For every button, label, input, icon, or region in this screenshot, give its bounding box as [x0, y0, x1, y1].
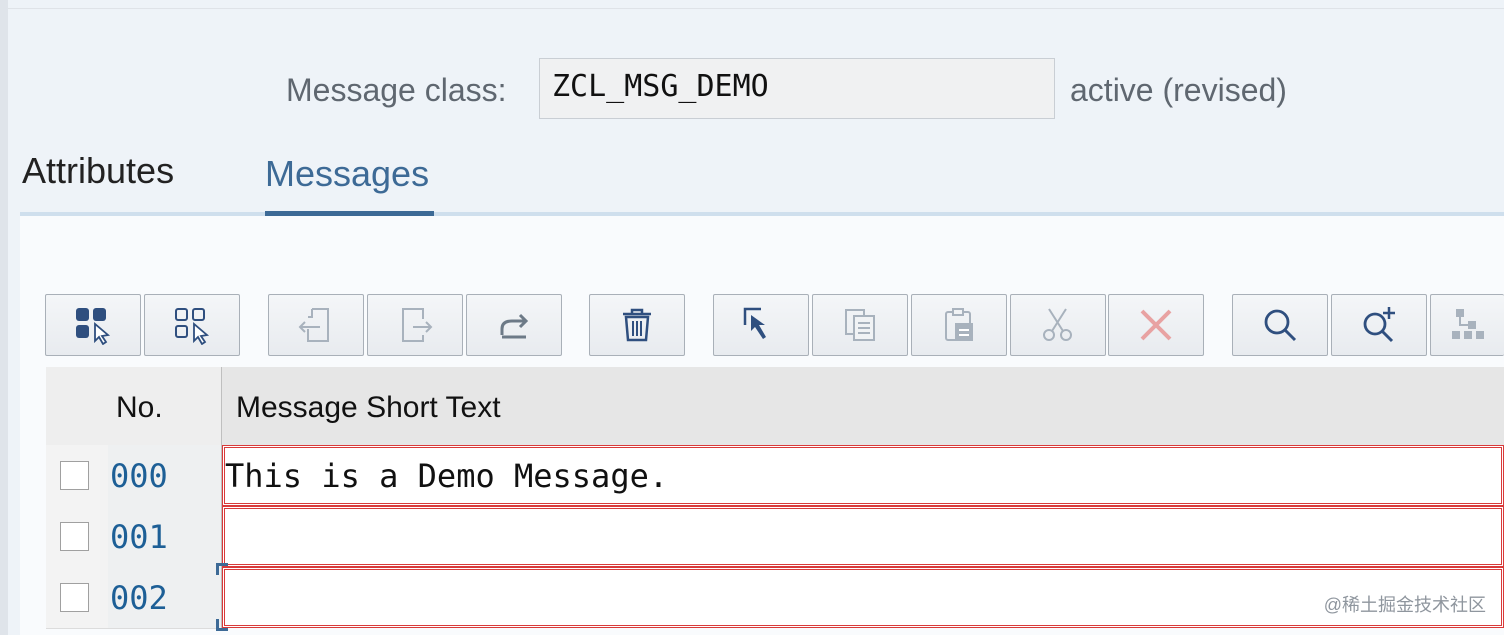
- message-text-input[interactable]: [225, 509, 1501, 564]
- cut-icon: [1043, 308, 1072, 341]
- tab-attributes[interactable]: Attributes: [22, 150, 174, 192]
- message-text-cell[interactable]: [222, 506, 1504, 567]
- column-header-number-label: No.: [116, 391, 163, 424]
- delete-button[interactable]: [589, 294, 685, 356]
- message-class-label: Message class:: [286, 72, 507, 108]
- message-number-cell: 001: [108, 506, 222, 568]
- row-checkbox[interactable]: [60, 583, 89, 612]
- message-text-cell[interactable]: [222, 445, 1504, 506]
- copy-button[interactable]: [812, 294, 908, 356]
- message-number: 000: [110, 457, 168, 495]
- message-text-input[interactable]: [225, 448, 1501, 503]
- undo-icon: [500, 313, 529, 339]
- insert-row-icon: [298, 308, 329, 342]
- table-row: 001: [46, 506, 1504, 568]
- select-all-button[interactable]: [45, 294, 141, 356]
- row-selector[interactable]: [46, 506, 108, 568]
- watermark-text: @稀土掘金技术社区: [1323, 595, 1486, 615]
- message-text-cell[interactable]: [222, 567, 1504, 628]
- focus-corner-bottom: [216, 619, 228, 631]
- search-next-icon: [1363, 307, 1395, 343]
- cancel-button[interactable]: [1108, 294, 1204, 356]
- append-row-button[interactable]: [367, 294, 463, 356]
- insert-row-button[interactable]: [268, 294, 364, 356]
- top-frame-edge: [8, 0, 1504, 9]
- deselect-all-button[interactable]: [144, 294, 240, 356]
- cancel-icon: [1140, 309, 1172, 341]
- deselect-all-icon: [175, 308, 210, 345]
- table-row: 002: [46, 567, 1504, 629]
- message-text-input[interactable]: [225, 570, 1501, 625]
- paste-button[interactable]: [911, 294, 1007, 356]
- message-number: 002: [110, 579, 168, 617]
- cut-button[interactable]: [1010, 294, 1106, 356]
- message-class-field[interactable]: ZCL_MSG_DEMO: [539, 58, 1055, 119]
- left-frame-edge: [0, 0, 8, 635]
- tab-messages[interactable]: Messages: [265, 153, 429, 195]
- layout-button[interactable]: [1430, 294, 1504, 356]
- row-selector[interactable]: [46, 445, 108, 507]
- search-next-button[interactable]: [1331, 294, 1427, 356]
- message-table: No. Message Short Text 000 001 002: [46, 367, 1504, 635]
- select-column-header[interactable]: [46, 367, 109, 445]
- search-button[interactable]: [1232, 294, 1328, 356]
- message-number-cell: 002: [108, 567, 222, 629]
- select-cursor-icon: [743, 307, 766, 339]
- paste-icon: [945, 308, 973, 341]
- delete-icon: [623, 308, 651, 342]
- message-number-cell: 000: [108, 445, 222, 507]
- append-row-icon: [402, 308, 433, 342]
- focus-corner-top: [216, 563, 228, 575]
- search-icon: [1264, 309, 1297, 342]
- message-class-status: active (revised): [1070, 72, 1287, 108]
- copy-icon: [845, 309, 875, 341]
- undo-button[interactable]: [466, 294, 562, 356]
- message-number: 001: [110, 518, 168, 556]
- column-header-number[interactable]: No.: [108, 367, 222, 445]
- row-checkbox[interactable]: [60, 461, 89, 490]
- row-selector[interactable]: [46, 567, 108, 629]
- select-block-button[interactable]: [713, 294, 809, 356]
- layout-icon: [1451, 309, 1484, 339]
- column-header-short-text-label: Message Short Text: [236, 391, 501, 424]
- select-all-icon: [76, 308, 111, 345]
- table-row: 000: [46, 445, 1504, 507]
- column-header-short-text[interactable]: Message Short Text: [222, 367, 1504, 445]
- row-checkbox[interactable]: [60, 522, 89, 551]
